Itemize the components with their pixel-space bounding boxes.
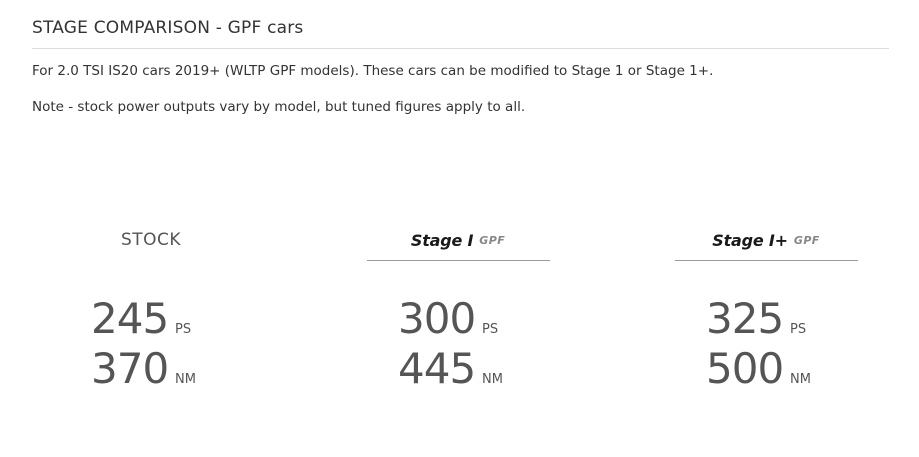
stage1-power-value: 300 bbox=[398, 294, 476, 343]
stage1-torque-unit: NM bbox=[482, 372, 503, 387]
stage1-power-row: 300 PS bbox=[333, 294, 583, 344]
stage1-plus-label: Stage I+ bbox=[712, 230, 788, 250]
stock-power-row: 245 PS bbox=[26, 294, 276, 344]
stock-torque-unit: NM bbox=[175, 372, 196, 387]
stock-power-value: 245 bbox=[91, 294, 169, 343]
stage1-torque-row: 445 NM bbox=[333, 344, 583, 394]
stock-power-unit: PS bbox=[175, 322, 192, 337]
stage1-suffix: GPF bbox=[479, 233, 506, 247]
stage1-logo: Stage I GPF bbox=[333, 220, 583, 260]
stock-column: STOCK 245 PS 370 NM bbox=[26, 220, 276, 394]
stage1-column: Stage I GPF 300 PS 445 NM bbox=[333, 220, 583, 394]
stage1-torque-value: 445 bbox=[398, 344, 476, 393]
stage1-plus-torque-value: 500 bbox=[706, 344, 784, 393]
stage1-plus-power-row: 325 PS bbox=[641, 294, 891, 344]
stage1-plus-power-value: 325 bbox=[706, 294, 784, 343]
section-title: STAGE COMPARISON - GPF cars bbox=[32, 18, 304, 38]
stage1-figures: 300 PS 445 NM bbox=[333, 294, 583, 394]
stock-torque-row: 370 NM bbox=[26, 344, 276, 394]
stock-torque-value: 370 bbox=[91, 344, 169, 393]
stage1-plus-torque-row: 500 NM bbox=[641, 344, 891, 394]
stage1-plus-heading-divider bbox=[674, 260, 858, 261]
note-paragraph: Note - stock power outputs vary by model… bbox=[32, 99, 526, 115]
stage1-label: Stage I bbox=[410, 230, 474, 250]
stage1-plus-torque-unit: NM bbox=[790, 372, 811, 387]
stock-heading: STOCK bbox=[26, 220, 276, 260]
stage1-plus-power-unit: PS bbox=[790, 322, 807, 337]
stock-heading-spacer bbox=[60, 260, 243, 261]
stage1-plus-column: Stage I+ GPF 325 PS 500 NM bbox=[641, 220, 891, 394]
intro-paragraph: For 2.0 TSI IS20 cars 2019+ (WLTP GPF mo… bbox=[32, 63, 714, 79]
stage1-plus-logo: Stage I+ GPF bbox=[641, 220, 891, 260]
stage1-plus-figures: 325 PS 500 NM bbox=[641, 294, 891, 394]
stock-label: STOCK bbox=[120, 230, 182, 250]
stage1-plus-suffix: GPF bbox=[793, 233, 820, 247]
stage1-power-unit: PS bbox=[482, 322, 499, 337]
title-divider bbox=[32, 48, 889, 49]
stock-figures: 245 PS 370 NM bbox=[26, 294, 276, 394]
stage1-heading-divider bbox=[366, 260, 550, 261]
